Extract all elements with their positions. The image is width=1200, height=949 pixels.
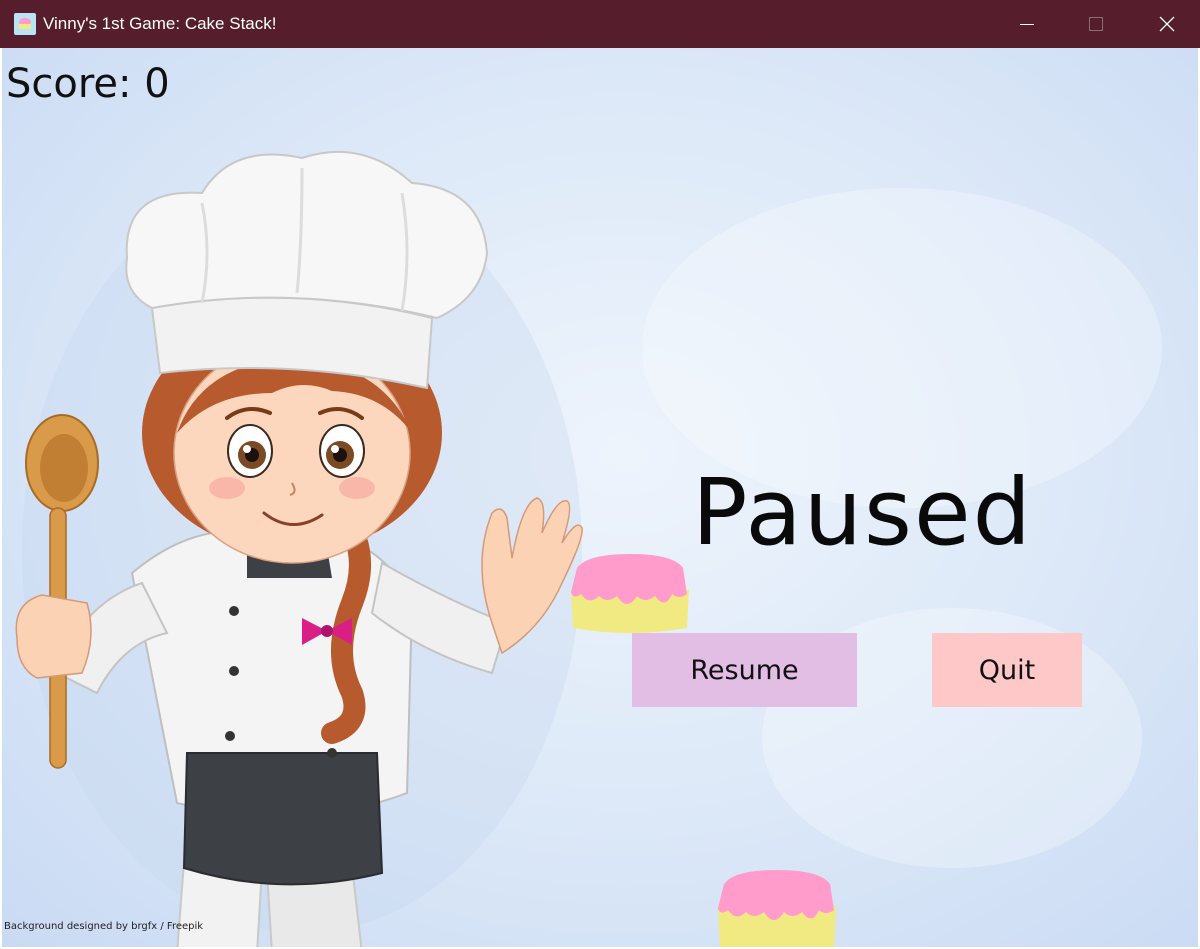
chef-girl-illustration <box>15 150 583 947</box>
window-titlebar: Vinny's 1st Game: Cake Stack! <box>0 0 1200 48</box>
close-button[interactable] <box>1144 0 1190 48</box>
cake-stack-piece <box>571 554 689 633</box>
maximize-button[interactable] <box>1073 0 1119 48</box>
paused-title: Paused <box>692 459 1033 566</box>
background-faded-title <box>692 198 720 291</box>
cake-stack-piece <box>718 870 836 947</box>
window-title: Vinny's 1st Game: Cake Stack! <box>43 14 277 33</box>
maximize-icon <box>1089 17 1103 31</box>
resume-button[interactable]: Resume <box>632 633 857 707</box>
app-cake-icon <box>14 13 36 35</box>
game-canvas: Score: 0 Paused Resume Quit Background d… <box>2 48 1198 947</box>
score-display: Score: 0 <box>6 61 170 107</box>
minimize-icon <box>1020 23 1034 25</box>
background-credit: Background designed by brgfx / Freepik <box>4 921 204 932</box>
close-icon <box>1159 16 1175 32</box>
quit-button[interactable]: Quit <box>932 633 1082 707</box>
minimize-button[interactable] <box>1004 0 1050 48</box>
